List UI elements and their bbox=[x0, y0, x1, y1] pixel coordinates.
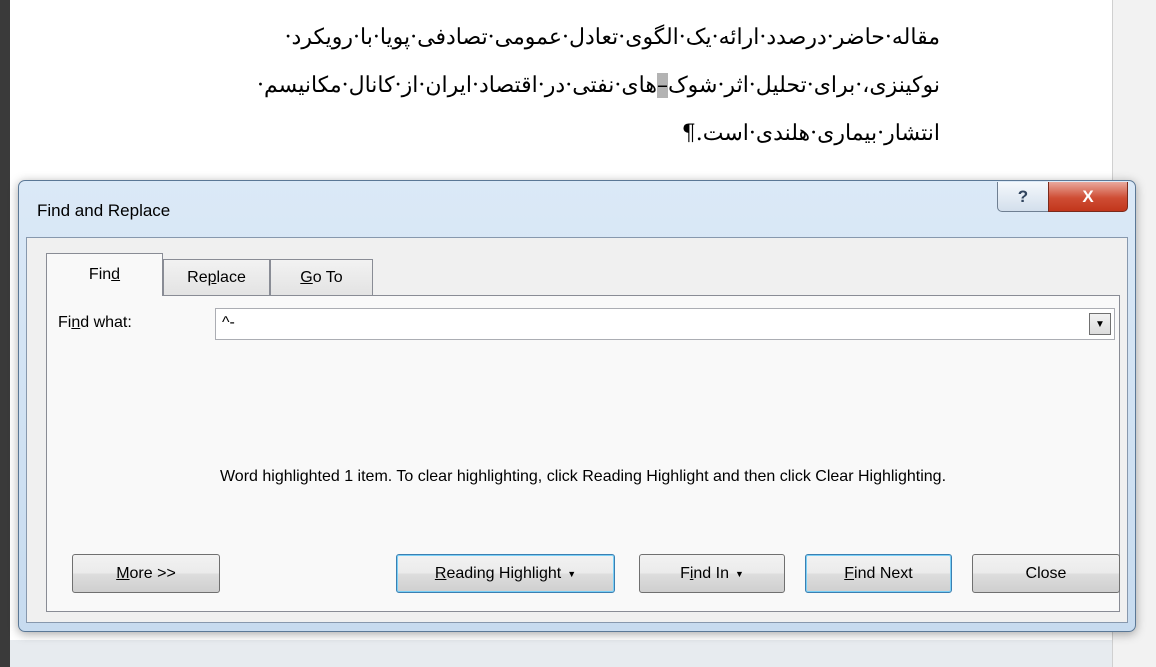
dropdown-arrow-icon: ▼ bbox=[567, 568, 577, 579]
document-text[interactable]: مقاله·حاضر·درصدد·ارائه·یک·الگوی·تعادل·عم… bbox=[150, 14, 940, 158]
find-in-label-start: F bbox=[680, 564, 690, 582]
find-what-dropdown-button[interactable]: ▼ bbox=[1089, 313, 1111, 335]
document-line-2: نوکینزی،·برای·تحلیل·اثر·شوک–های·نفتی·در·… bbox=[150, 62, 940, 110]
document-line-1: مقاله·حاضر·درصدد·ارائه·یک·الگوی·تعادل·عم… bbox=[284, 25, 940, 50]
tab-goto-accel: G bbox=[300, 268, 313, 286]
tab-replace-label: Re bbox=[187, 268, 208, 286]
reading-highlight-label: eading Highlight bbox=[446, 564, 562, 582]
tab-find-accel: d bbox=[111, 266, 121, 283]
line-2-end: های·نفتی·در·اقتصاد·ایران·از·کانال·مکانیس… bbox=[256, 73, 657, 98]
tab-find-label: Fin bbox=[88, 266, 112, 283]
close-button[interactable]: Close bbox=[972, 554, 1120, 593]
help-button[interactable]: ? bbox=[997, 182, 1049, 212]
document-bottom-area bbox=[10, 640, 1112, 667]
more-accel: M bbox=[116, 564, 130, 582]
status-message: Word highlighted 1 item. To clear highli… bbox=[219, 468, 947, 485]
highlighted-match: – bbox=[656, 73, 668, 98]
chevron-down-icon: ▼ bbox=[1095, 318, 1105, 330]
line-2-start: نوکینزی،·برای·تحلیل·اثر·شوک bbox=[667, 73, 940, 98]
dialog-client-area: Fin d Re p lace Go To Find what: ^- ▼ Word … bbox=[26, 237, 1128, 623]
tab-goto[interactable]: Go To bbox=[270, 259, 373, 295]
find-what-label-start: Fi bbox=[58, 314, 72, 331]
dialog-title: Find and Replace bbox=[37, 201, 171, 220]
find-replace-dialog: Find and Replace ? X Fin d Re p lace Go To … bbox=[18, 180, 1136, 632]
close-icon: X bbox=[1082, 186, 1094, 206]
find-tab-panel: Find what: ^- ▼ Word highlighted 1 item.… bbox=[46, 295, 1120, 612]
find-in-button[interactable]: Fi nd In ▼ bbox=[639, 554, 785, 593]
dropdown-arrow-icon: ▼ bbox=[735, 568, 744, 579]
find-what-label-end: d what: bbox=[80, 314, 132, 331]
tab-replace[interactable]: Re p lace bbox=[163, 259, 270, 295]
tab-replace-label-end: lace bbox=[216, 268, 246, 286]
document-left-margin-bar bbox=[0, 0, 10, 667]
tab-goto-label-end: o To bbox=[312, 268, 343, 286]
find-next-button[interactable]: Find Next bbox=[805, 554, 952, 593]
reading-highlight-button[interactable]: Reading Highlight ▼ bbox=[396, 554, 615, 593]
find-in-label: nd In bbox=[693, 564, 729, 582]
find-what-label: Find what: bbox=[58, 314, 132, 332]
dialog-close-x-button[interactable]: X bbox=[1048, 182, 1128, 212]
help-icon: ? bbox=[1017, 186, 1029, 206]
find-next-accel: F bbox=[844, 564, 855, 582]
document-line-3: انتشار·بیماری·هلندی·است.¶ bbox=[681, 121, 940, 146]
find-next-label: ind Next bbox=[854, 564, 913, 582]
more-button[interactable]: More >> bbox=[72, 554, 220, 593]
tab-find[interactable]: Fin d bbox=[46, 253, 163, 296]
find-what-accel: n bbox=[71, 314, 81, 331]
more-label: ore >> bbox=[129, 564, 176, 582]
find-what-combobox[interactable]: ^- ▼ bbox=[215, 308, 1115, 340]
reading-highlight-accel: R bbox=[434, 564, 447, 582]
close-label: Close bbox=[1025, 564, 1067, 582]
tab-replace-accel: p bbox=[207, 268, 217, 286]
find-what-input[interactable]: ^- bbox=[222, 314, 235, 332]
